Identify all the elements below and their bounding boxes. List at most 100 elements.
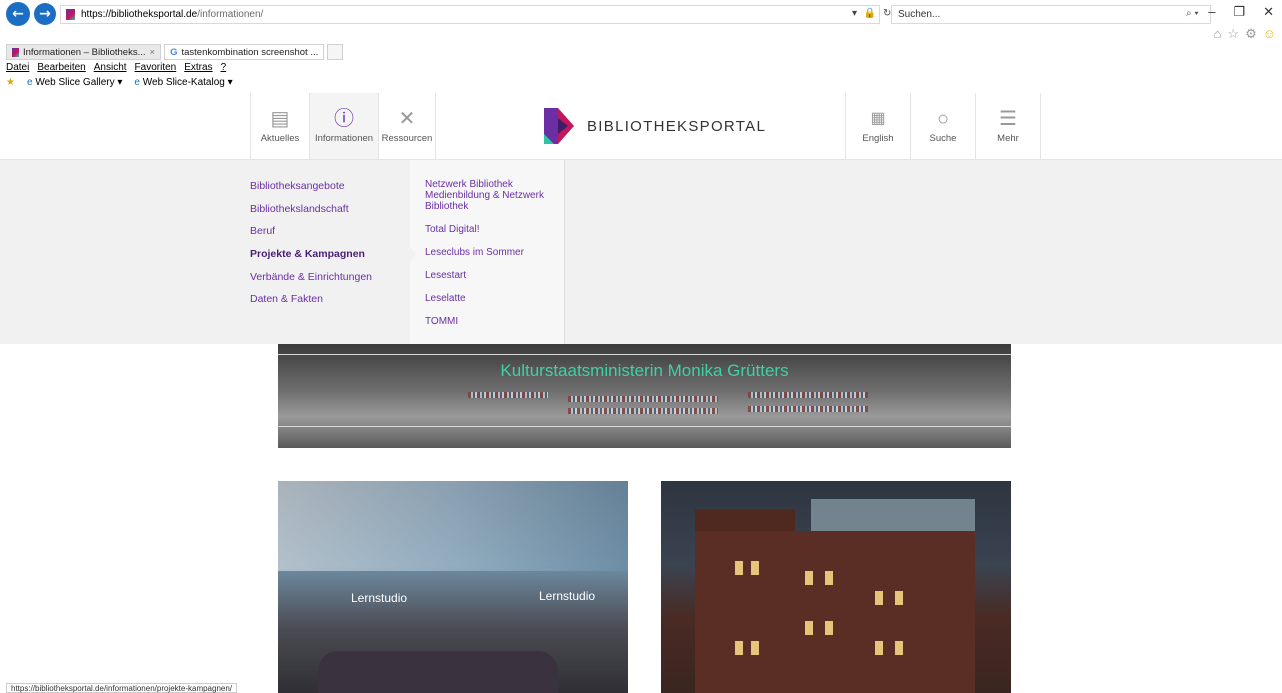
favorites-star-icon[interactable]: ☆ [1227,26,1239,42]
card-image-window [825,621,833,635]
favorite-web-slice-katalog[interactable]: e Web Slice-Katalog ▾ [134,77,232,88]
menu-favoriten[interactable]: Favoriten [135,62,177,73]
favorites-bar: ★ e Web Slice Gallery ▾ e Web Slice-Kata… [6,77,233,88]
menu-bearbeiten[interactable]: Bearbeiten [37,62,85,73]
nav-divider [1040,93,1041,159]
url-host: https://bibliotheksportal.de [81,9,198,20]
nav-label: Mehr [997,132,1019,144]
nav-aktuelles[interactable]: ▤ Aktuelles [251,93,309,159]
toolbar-icons: ⌂ ☆ ⚙ ☺ [1214,26,1276,42]
ie-icon: e [26,77,33,88]
card-image-wall [278,481,628,571]
address-bar[interactable]: https://bibliotheksportal.de/information… [60,5,880,24]
menu-item-daten-fakten[interactable]: Daten & Fakten [250,293,410,305]
nav-informationen[interactable]: ⓘ Informationen [310,93,378,159]
banner-title: Kulturstaatsministerin Monika Grütters [500,361,789,380]
smiley-icon[interactable]: ☺ [1263,26,1276,42]
info-icon: ⓘ [334,107,354,130]
nav-label: Informationen [314,132,374,144]
nav-mehr[interactable]: ☰ Mehr [976,93,1040,159]
back-button[interactable]: ← [6,2,30,26]
card-image-window [895,641,903,655]
card-image-glass [811,499,975,533]
hamburger-icon: ☰ [999,107,1017,130]
card-image-window [735,641,743,655]
tab-close-icon[interactable]: × [150,47,156,58]
logo-text: BIBLIOTHEKSPORTAL [587,117,767,135]
nav-label: Aktuelles [260,132,300,144]
new-tab-button[interactable] [327,44,344,60]
minimize-icon[interactable]: – [1208,4,1215,20]
card-image-window [875,591,883,605]
nav-label: Ressourcen [381,132,433,144]
gear-icon[interactable]: ⚙ [1245,26,1257,42]
banner-decoration [568,396,718,402]
nav-label: Suche [929,132,957,144]
search-icon[interactable]: ⌕ ▾ [1186,8,1199,19]
card-image-window [751,561,759,575]
menu-item-verbaende[interactable]: Verbände & Einrichtungen [250,271,410,283]
site-logo[interactable]: BIBLIOTHEKSPORTAL [544,108,766,144]
tab-strip: Informationen – Bibliotheks... × G taste… [6,44,344,60]
submenu-item-leseclubs[interactable]: Leseclubs im Sommer [425,247,555,258]
close-icon[interactable]: ✕ [1263,4,1274,20]
menu-bar: Datei Bearbeiten Ansicht Favoriten Extra… [6,62,226,73]
teaser-card-lernstudio[interactable]: Lernstudio Lernstudio [278,481,628,693]
banner-decoration [568,408,718,414]
address-bar-icons[interactable]: ▾ 🔒 ↻ [852,8,893,19]
banner-decoration [748,392,868,398]
nav-label: English [862,132,894,144]
menu-item-bibliothekslandschaft[interactable]: Bibliothekslandschaft [250,203,410,215]
menu-item-projekte-kampagnen[interactable]: Projekte & Kampagnen [250,248,410,260]
menu-item-bibliotheksangebote[interactable]: Bibliotheksangebote [250,180,410,192]
card-image-window [735,561,743,575]
nav-english[interactable]: ▦ English [846,93,910,159]
nav-divider [435,93,436,159]
banner-decoration [278,354,1011,355]
submenu-item-leselatte[interactable]: Leselatte [425,293,555,304]
card-image-window [875,641,883,655]
restore-icon[interactable]: ❐ [1233,4,1245,20]
submenu-item-total-digital[interactable]: Total Digital! [425,224,555,235]
tab-label: tastenkombination screenshot ... [181,46,319,58]
hero-banner[interactable]: Kulturstaatsministerin Monika Grütters [278,344,1011,448]
card-image-people [318,651,558,693]
card-image-window [805,621,813,635]
teaser-card-building[interactable] [661,481,1011,693]
url-path: /informationen/ [197,9,264,20]
favorite-web-slice-gallery[interactable]: e Web Slice Gallery ▾ [27,77,122,88]
menu-ansicht[interactable]: Ansicht [94,62,127,73]
nav-ressourcen[interactable]: ✕ Ressourcen [379,93,435,159]
card-image-window [751,641,759,655]
site-favicon [12,47,19,57]
tab-label: Informationen – Bibliotheks... [23,46,146,58]
banner-decoration [468,392,548,398]
card-image-building [695,531,975,693]
nav-suche[interactable]: ○ Suche [911,93,975,159]
mega-menu [0,160,1282,344]
menu-help[interactable]: ? [221,62,227,73]
card-sign-text: Lernstudio [539,589,596,603]
menu-datei[interactable]: Datei [6,62,29,73]
tab-google-search[interactable]: G tastenkombination screenshot ... [164,44,325,60]
favorite-label: Web Slice Gallery ▾ [35,77,123,88]
favorites-star-icon[interactable]: ★ [6,77,15,88]
home-icon[interactable]: ⌂ [1214,26,1222,42]
favorite-label: Web Slice-Katalog ▾ [142,77,233,88]
card-sign-text: Lernstudio [351,591,408,605]
tab-informationen[interactable]: Informationen – Bibliotheks... × [6,44,162,60]
banner-decoration [278,426,1011,427]
submenu-item-lesestart[interactable]: Lesestart [425,270,555,281]
logo-mark-icon [544,108,574,144]
browser-search-input[interactable]: Suchen... [891,5,1211,24]
submenu-item-tommi[interactable]: TOMMI [425,316,555,327]
site-favicon [66,9,75,20]
card-image-window [825,571,833,585]
uk-flag-icon: ▦ [870,109,886,127]
menu-extras[interactable]: Extras [184,62,212,73]
menu-item-beruf[interactable]: Beruf [250,225,410,237]
google-icon: G [170,46,178,58]
forward-button[interactable]: → [34,3,56,25]
submenu-item-netzwerk-bibliothek[interactable]: Netzwerk Bibliothek Medienbildung & Netz… [425,179,555,212]
card-image-window [895,591,903,605]
